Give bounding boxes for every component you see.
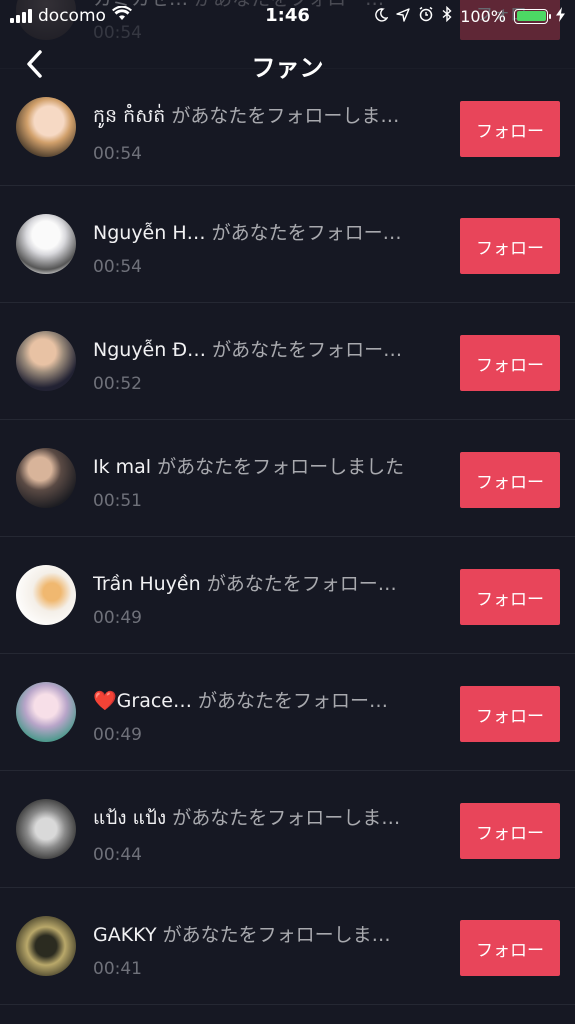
list-item[interactable]: Trần Huyền があなたをフォロー… 00:49 フォロー — [0, 537, 575, 654]
page-title: ファン — [251, 54, 324, 82]
avatar[interactable] — [16, 331, 76, 391]
avatar[interactable] — [16, 565, 76, 625]
list-item-text: កូន កំសត់ があなたをフォローしま… 00:54 — [93, 101, 443, 164]
follow-message: があなたをフォローしま… — [172, 807, 401, 829]
battery-percent: 100% — [460, 6, 506, 26]
battery-icon — [514, 8, 551, 24]
timestamp: 00:51 — [93, 491, 142, 511]
timestamp: 00:44 — [93, 845, 142, 865]
username[interactable]: Trần Huyền — [93, 573, 201, 595]
signal-icon — [10, 9, 32, 23]
list-item[interactable]: Nguyễn H… があなたをフォロー… 00:54 フォロー — [0, 186, 575, 303]
timestamp: 00:52 — [93, 374, 142, 394]
status-bar: docomo 1:46 100% — [0, 0, 575, 32]
timestamp: 00:49 — [93, 608, 142, 628]
follow-message: があなたをフォロー… — [212, 339, 403, 361]
follow-message: があなたをフォロー… — [211, 222, 402, 244]
follow-button[interactable]: フォロー — [460, 218, 560, 274]
list-item-text: GAKKY があなたをフォローしま… 00:41 — [93, 920, 443, 979]
avatar[interactable] — [16, 448, 76, 508]
username[interactable]: แป้ง แป้ง — [93, 807, 166, 829]
follow-message: があなたをフォローしま… — [171, 105, 400, 127]
timestamp: 00:54 — [93, 144, 142, 164]
list-item-text: Nguyễn Đ… があなたをフォロー… 00:52 — [93, 335, 443, 394]
list-item[interactable]: แป้ง แป้ง があなたをフォローしま… 00:44 フォロー — [0, 771, 575, 888]
back-button[interactable] — [14, 42, 54, 86]
follow-message: があなたをフォロー… — [198, 690, 389, 712]
username[interactable]: កូន កំសត់ — [93, 105, 165, 127]
username[interactable]: GAKKY — [93, 924, 157, 946]
moon-icon — [374, 7, 389, 26]
status-left: docomo — [10, 5, 132, 26]
follow-message: があなたをフォローしま… — [162, 924, 391, 946]
avatar[interactable] — [16, 682, 76, 742]
charging-icon — [556, 6, 565, 26]
avatar[interactable] — [16, 799, 76, 859]
follow-button[interactable]: フォロー — [460, 452, 560, 508]
chevron-left-icon — [27, 50, 42, 78]
avatar[interactable] — [16, 214, 76, 274]
list-item[interactable]: GAKKY があなたをフォローしま… 00:41 フォロー — [0, 888, 575, 1005]
follow-message: があなたをフォロー… — [206, 573, 397, 595]
follow-button[interactable]: フォロー — [460, 335, 560, 391]
location-icon — [396, 7, 410, 26]
wifi-icon — [111, 5, 132, 26]
fan-list: カミカゼ… があなたをフォロー… 00:54 フォロー កូន កំសត់ があ… — [0, 0, 575, 1005]
bluetooth-icon — [442, 5, 452, 26]
follow-message: があなたをフォローしました — [157, 456, 405, 478]
follow-button[interactable]: フォロー — [460, 803, 560, 859]
follow-button[interactable]: フォロー — [460, 920, 560, 976]
list-item-text: Trần Huyền があなたをフォロー… 00:49 — [93, 569, 443, 628]
list-item-text: Ik mal があなたをフォローしました 00:51 — [93, 452, 443, 511]
carrier-label: docomo — [38, 6, 106, 26]
timestamp: 00:49 — [93, 725, 142, 745]
username[interactable]: ❤️Grace… — [93, 690, 192, 712]
username[interactable]: Nguyễn H… — [93, 222, 206, 244]
list-item[interactable]: Ik mal があなたをフォローしました 00:51 フォロー — [0, 420, 575, 537]
list-item[interactable]: ❤️Grace… があなたをフォロー… 00:49 フォロー — [0, 654, 575, 771]
username[interactable]: Nguyễn Đ… — [93, 339, 206, 361]
follow-button[interactable]: フォロー — [460, 569, 560, 625]
alarm-icon — [418, 6, 434, 26]
list-item-text: ❤️Grace… があなたをフォロー… 00:49 — [93, 686, 443, 745]
avatar[interactable] — [16, 97, 76, 157]
avatar[interactable] — [16, 916, 76, 976]
timestamp: 00:54 — [93, 257, 142, 277]
status-right: 100% — [374, 5, 565, 26]
list-item-text: Nguyễn H… があなたをフォロー… 00:54 — [93, 218, 443, 277]
username[interactable]: Ik mal — [93, 456, 151, 478]
nav-header: ファン — [0, 32, 575, 96]
follow-button[interactable]: フォロー — [460, 686, 560, 742]
list-item[interactable]: Nguyễn Đ… があなたをフォロー… 00:52 フォロー — [0, 303, 575, 420]
follow-button[interactable]: フォロー — [460, 101, 560, 157]
list-item-text: แป้ง แป้ง があなたをフォローしま… 00:44 — [93, 803, 443, 865]
timestamp: 00:41 — [93, 959, 142, 979]
